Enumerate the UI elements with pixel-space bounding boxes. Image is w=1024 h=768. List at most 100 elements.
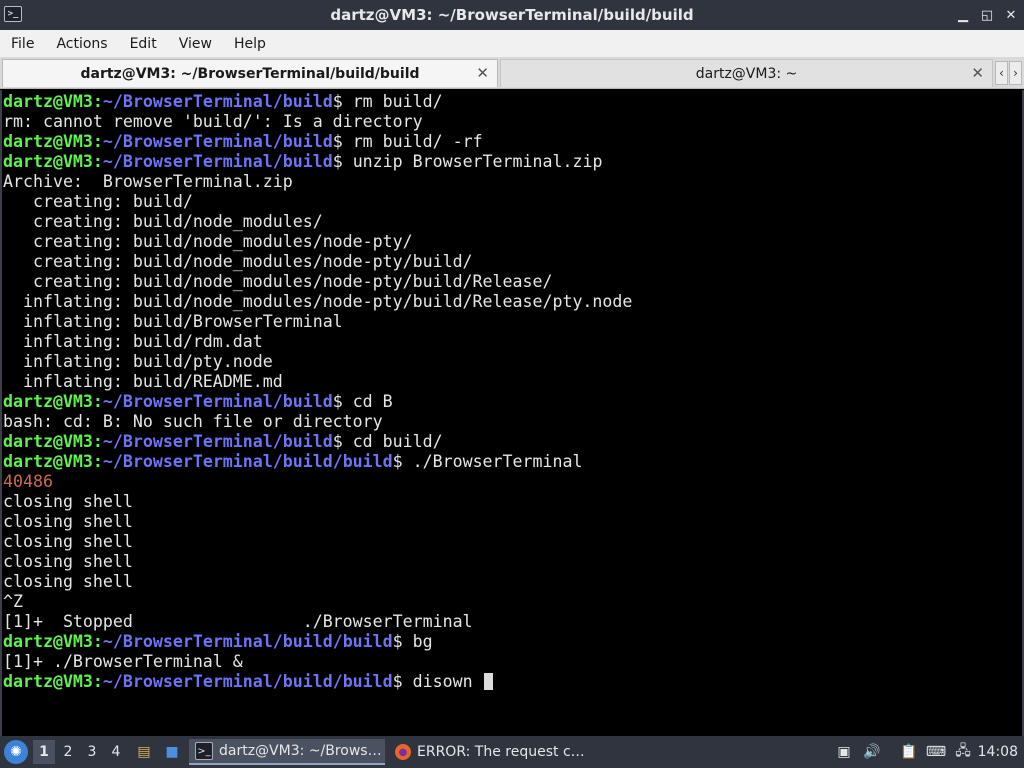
output-text: rm: cannot remove 'build/': Is a directo… [3,112,423,131]
close-button[interactable]: ✕ [1002,6,1020,24]
output-text: Archive: BrowserTerminal.zip [3,172,293,191]
command-text: bg [412,632,433,651]
output-text: closing shell [3,532,133,551]
menu-help[interactable]: Help [223,36,277,52]
keyboard-icon[interactable]: ⌨ [926,742,946,762]
window-list-icon[interactable]: ▣ [834,742,854,762]
terminal-output-line: inflating: build/node_modules/node-pty/b… [2,292,1022,312]
command-text: unzip BrowserTerminal.zip [352,152,603,171]
tab-close-icon[interactable]: ✕ [476,64,489,82]
output-text: creating: build/node_modules/ [3,212,323,231]
terminal-output-line: creating: build/node_modules/node-pty/bu… [2,252,1022,272]
terminal-app-icon[interactable]: >_ [4,6,22,22]
menu-view[interactable]: View [168,36,223,52]
terminal-output-line: Archive: BrowserTerminal.zip [2,172,1022,192]
terminal-output-line: closing shell [2,532,1022,552]
output-text: creating: build/node_modules/node-pty/ [3,232,413,251]
prompt-user: dartz@VM3 [3,432,93,451]
prompt-separator: : [92,432,103,451]
prompt-symbol: $ [332,392,353,411]
terminal-prompt-line: dartz@VM3:~/BrowserTerminal/build$ unzip… [2,152,1022,172]
tab-close-icon[interactable]: ✕ [971,64,984,82]
prompt-separator: : [92,452,103,471]
task-label: ERROR: The request c… [417,744,585,760]
menu-bar: File Actions Edit View Help [0,30,1024,57]
file-manager-icon[interactable]: ▤ [134,742,154,762]
task-terminal[interactable]: >_ dartz@VM3: ~/Brows… [189,739,385,765]
prompt-path: ~/BrowserTerminal/build/build [102,452,393,471]
text-cursor [483,673,493,690]
workspace-3[interactable]: 3 [81,740,103,764]
prompt-symbol: $ [332,152,353,171]
output-text: [1]+ ./BrowserTerminal & [3,652,243,671]
desktop-icon[interactable]: ■ [162,742,182,762]
command-text: rm build/ -rf [352,132,483,151]
prompt-user: dartz@VM3 [3,452,93,471]
terminal-output-line: creating: build/node_modules/node-pty/ [2,232,1022,252]
window-controls: ▁ ◱ ✕ [954,0,1020,30]
window-title: dartz@VM3: ~/BrowserTerminal/build/build [330,6,694,24]
workspace-1[interactable]: 1 [33,740,55,764]
minimize-button[interactable]: ▁ [954,6,972,24]
output-text: creating: build/node_modules/node-pty/bu… [3,272,553,291]
prompt-user: dartz@VM3 [3,132,93,151]
prompt-path: ~/BrowserTerminal/build [102,432,333,451]
menu-actions[interactable]: Actions [45,36,118,52]
output-text: creating: build/ [3,192,193,211]
menu-file[interactable]: File [0,36,45,52]
tab-scroll-left-icon[interactable]: ‹ [995,61,1008,85]
workspace-2[interactable]: 2 [57,740,79,764]
terminal-output[interactable]: dartz@VM3:~/BrowserTerminal/build$ rm bu… [0,90,1024,736]
prompt-user: dartz@VM3 [3,632,93,651]
prompt-symbol: $ [332,132,353,151]
clipboard-icon[interactable]: 📋 [899,742,919,762]
terminal-prompt-line: dartz@VM3:~/BrowserTerminal/build/build$… [2,452,1022,472]
terminal-output-line: closing shell [2,572,1022,592]
firefox-icon: ● [395,744,411,760]
tab-label: dartz@VM3: ~/BrowserTerminal/build/build [80,65,420,82]
prompt-symbol: $ [332,432,353,451]
output-text: inflating: build/README.md [3,372,283,391]
prompt-path: ~/BrowserTerminal/build/build [102,632,393,651]
prompt-user: dartz@VM3 [3,392,93,411]
prompt-path: ~/BrowserTerminal/build [102,392,333,411]
menu-edit[interactable]: Edit [119,36,168,52]
task-firefox[interactable]: ● ERROR: The request c… [389,739,585,765]
output-text: 40486 [3,472,53,491]
tab-label: dartz@VM3: ~ [695,65,798,82]
terminal-output-line: [1]+ ./BrowserTerminal & [2,652,1022,672]
terminal-prompt-line: dartz@VM3:~/BrowserTerminal/build$ cd B [2,392,1022,412]
prompt-separator: : [92,672,103,691]
network-icon[interactable]: 🖧 [953,742,973,762]
output-text: closing shell [3,552,133,571]
output-text: closing shell [3,572,133,591]
output-text: creating: build/node_modules/node-pty/bu… [3,252,473,271]
taskbar: ✺ 1 2 3 4 ▤ ■ >_ dartz@VM3: ~/Brows… ● E… [0,736,1024,768]
terminal-output-line: creating: build/ [2,192,1022,212]
maximize-button[interactable]: ◱ [978,6,996,24]
terminal-prompt-line: dartz@VM3:~/BrowserTerminal/build$ cd bu… [2,432,1022,452]
workspace-4[interactable]: 4 [105,740,127,764]
volume-icon[interactable]: 🔊 [862,742,882,762]
terminal-output-line: inflating: build/BrowserTerminal [2,312,1022,332]
terminal-prompt-line: dartz@VM3:~/BrowserTerminal/build/build$… [2,672,1022,692]
prompt-path: ~/BrowserTerminal/build [102,132,333,151]
task-label: dartz@VM3: ~/Brows… [219,743,382,759]
start-menu-icon[interactable]: ✺ [4,740,28,764]
prompt-symbol: $ [392,632,413,651]
terminal-output-line: inflating: build/rdm.dat [2,332,1022,352]
terminal-output-line: [1]+ Stopped ./BrowserTerminal [2,612,1022,632]
output-text: inflating: build/BrowserTerminal [3,312,343,331]
output-text: ^Z [3,592,23,611]
prompt-symbol: $ [392,672,413,691]
prompt-symbol: $ [392,452,413,471]
tab-build[interactable]: dartz@VM3: ~/BrowserTerminal/build/build… [2,59,498,87]
terminal-prompt-line: dartz@VM3:~/BrowserTerminal/build$ rm bu… [2,132,1022,152]
terminal-output-line: closing shell [2,552,1022,572]
tab-scroll-right-icon[interactable]: › [1009,61,1022,85]
tab-home[interactable]: dartz@VM3: ~ ✕ [500,59,993,87]
command-text: cd B [352,392,393,411]
window-titlebar[interactable]: >_ dartz@VM3: ~/BrowserTerminal/build/bu… [0,0,1024,30]
terminal-output-line: closing shell [2,492,1022,512]
terminal-output-line: inflating: build/README.md [2,372,1022,392]
